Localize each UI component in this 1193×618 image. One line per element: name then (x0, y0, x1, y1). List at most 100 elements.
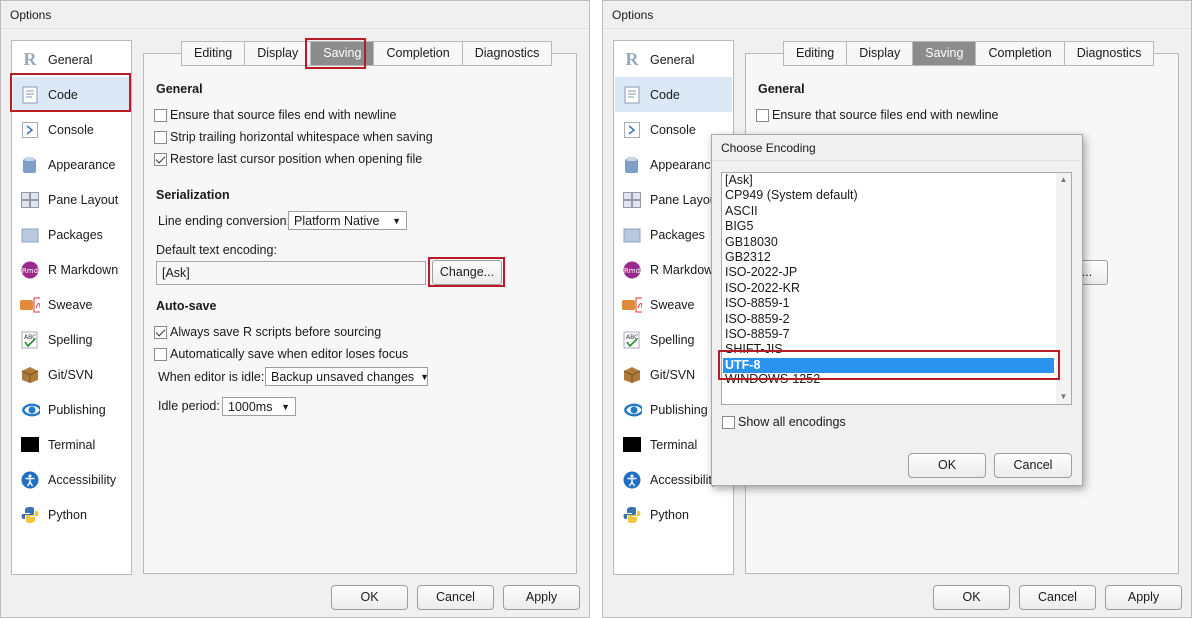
sidebar-item-git-svn[interactable]: Git/SVN (13, 357, 130, 392)
checkbox-autosave-focus[interactable]: Automatically save when editor loses foc… (154, 347, 408, 361)
sidebar-item-label: Publishing (650, 402, 708, 417)
dialog-cancel-button[interactable]: Cancel (994, 453, 1072, 478)
options-window-left: Options R General Code Console Appearanc… (0, 0, 590, 618)
dialog-ok-button[interactable]: OK (908, 453, 986, 478)
apply-button[interactable]: Apply (1105, 585, 1182, 610)
sidebar-item-accessibility[interactable]: Accessibility (13, 462, 130, 497)
cancel-button[interactable]: Cancel (1019, 585, 1096, 610)
idle-action-select[interactable]: Backup unsaved changes ▼ (265, 367, 429, 386)
tab-completion[interactable]: Completion (373, 41, 462, 66)
ok-button[interactable]: OK (331, 585, 408, 610)
sidebar-item-sweave[interactable]: Sweave (13, 287, 130, 322)
idle-period-select[interactable]: 1000ms ▼ (222, 397, 296, 416)
encoding-item[interactable]: ISO-8859-1 (725, 296, 790, 311)
sidebar-item-packages[interactable]: Packages (13, 217, 130, 252)
sidebar-item-label: Publishing (48, 402, 106, 417)
sidebar-item-console[interactable]: Console (13, 112, 130, 147)
encoding-item[interactable]: CP949 (System default) (725, 188, 858, 203)
sidebar-item-label: Sweave (650, 297, 695, 312)
sidebar-item-python[interactable]: Python (615, 497, 732, 532)
encoding-item[interactable]: SHIFT-JIS (725, 342, 783, 357)
encoding-item[interactable]: GB2312 (725, 250, 771, 265)
encoding-item[interactable]: [Ask] (725, 173, 753, 188)
encoding-item[interactable]: ISO-8859-7 (725, 327, 790, 342)
cancel-button[interactable]: Cancel (417, 585, 494, 610)
sidebar-item-label: Appearance (650, 157, 718, 172)
svg-text:Rmd: Rmd (624, 267, 640, 275)
checkbox-label: Strip trailing horizontal whitespace whe… (170, 130, 433, 144)
tab-editing[interactable]: Editing (181, 41, 245, 66)
tab-diagnostics[interactable]: Diagnostics (461, 41, 553, 66)
apply-button[interactable]: Apply (503, 585, 580, 610)
checkbox-label: Automatically save when editor loses foc… (170, 347, 409, 361)
tab-editing[interactable]: Editing (783, 41, 847, 66)
sidebar-item-label: Spelling (48, 332, 93, 347)
rmd-icon: Rmd (20, 260, 40, 280)
checkbox-always-save[interactable]: Always save R scripts before sourcing (154, 325, 381, 339)
encoding-item[interactable]: ISO-8859-2 (725, 312, 790, 327)
dialog-title: Choose Encoding (712, 135, 1082, 161)
terminal-icon (20, 435, 40, 455)
encoding-item[interactable]: ISO-2022-JP (725, 265, 797, 280)
sidebar-item-terminal[interactable]: Terminal (13, 427, 130, 462)
sidebar-item-label: Code (650, 87, 680, 102)
encoding-list[interactable]: [Ask] CP949 (System default) ASCII BIG5 … (721, 172, 1072, 405)
sidebar-item-r-markdown[interactable]: Rmd R Markdown (13, 252, 130, 287)
scroll-up-arrow-icon[interactable]: ▲ (1056, 173, 1071, 187)
packages-icon (622, 225, 642, 245)
change-encoding-button[interactable]: Change... (432, 260, 502, 285)
checkbox-box[interactable] (154, 325, 167, 339)
tab-saving[interactable]: Saving (912, 41, 976, 66)
tab-completion[interactable]: Completion (975, 41, 1064, 66)
sidebar-item-label: Spelling (650, 332, 695, 347)
packages-icon (20, 225, 40, 245)
sidebar-item-publishing[interactable]: Publishing (13, 392, 130, 427)
checkbox-box[interactable] (722, 415, 735, 429)
sidebar-item-code[interactable]: Code (13, 77, 130, 112)
encoding-item-selected[interactable]: UTF-8 (723, 358, 1054, 373)
ok-button[interactable]: OK (933, 585, 1010, 610)
encoding-field[interactable]: [Ask] (156, 261, 426, 285)
sidebar-item-general[interactable]: R General (615, 42, 732, 77)
tab-saving[interactable]: Saving (310, 41, 374, 66)
sidebar-item-label: Pane Layout (650, 192, 721, 207)
sidebar-item-appearance[interactable]: Appearance (13, 147, 130, 182)
tab-display[interactable]: Display (846, 41, 913, 66)
sidebar-item-code[interactable]: Code (615, 77, 732, 112)
checkbox-box[interactable] (154, 347, 167, 361)
sidebar-item-label: Accessibility (650, 472, 719, 487)
tab-display[interactable]: Display (244, 41, 311, 66)
checkbox-label: Ensure that source files end with newlin… (170, 108, 397, 122)
checkbox-ensure-newline[interactable]: Ensure that source files end with newlin… (154, 108, 397, 122)
sidebar-item-pane-layout[interactable]: Pane Layout (13, 182, 130, 217)
sidebar-item-general[interactable]: R General (13, 42, 130, 77)
encoding-item[interactable]: GB18030 (725, 235, 778, 250)
sidebar-item-label: R Markdown (48, 262, 119, 277)
encoding-item[interactable]: ISO-2022-KR (725, 281, 800, 296)
checkbox-restore-cursor[interactable]: Restore last cursor position when openin… (154, 152, 422, 166)
section-general-heading: General (758, 82, 805, 96)
scroll-down-arrow-icon[interactable]: ▼ (1056, 390, 1071, 404)
checkbox-label: Ensure that source files end with newlin… (772, 108, 999, 122)
line-ending-select[interactable]: Platform Native ▼ (288, 211, 407, 230)
encoding-item[interactable]: BIG5 (725, 219, 754, 234)
checkbox-box[interactable] (154, 152, 167, 166)
options-tabs: Editing Display Saving Completion Diagno… (181, 41, 553, 66)
spelling-icon: ABC (20, 330, 40, 350)
vertical-scrollbar[interactable]: ▲ ▼ (1056, 173, 1071, 404)
checkbox-ensure-newline[interactable]: Ensure that source files end with newlin… (756, 108, 999, 122)
checkbox-box[interactable] (154, 130, 167, 144)
tab-diagnostics[interactable]: Diagnostics (1063, 41, 1155, 66)
sidebar-item-label: Git/SVN (48, 367, 94, 382)
sidebar-item-python[interactable]: Python (13, 497, 130, 532)
publishing-icon (20, 400, 40, 420)
checkbox-box[interactable] (154, 108, 167, 122)
checkbox-box[interactable] (756, 108, 769, 122)
checkbox-show-all-encodings[interactable]: Show all encodings (722, 415, 846, 429)
sidebar-item-spelling[interactable]: ABC Spelling (13, 322, 130, 357)
checkbox-strip-whitespace[interactable]: Strip trailing horizontal whitespace whe… (154, 130, 433, 144)
sidebar-item-label: Python (48, 507, 87, 522)
encoding-item[interactable]: WINDOWS-1252 (725, 372, 820, 387)
sidebar-item-label: Packages (48, 227, 103, 242)
encoding-item[interactable]: ASCII (725, 204, 758, 219)
